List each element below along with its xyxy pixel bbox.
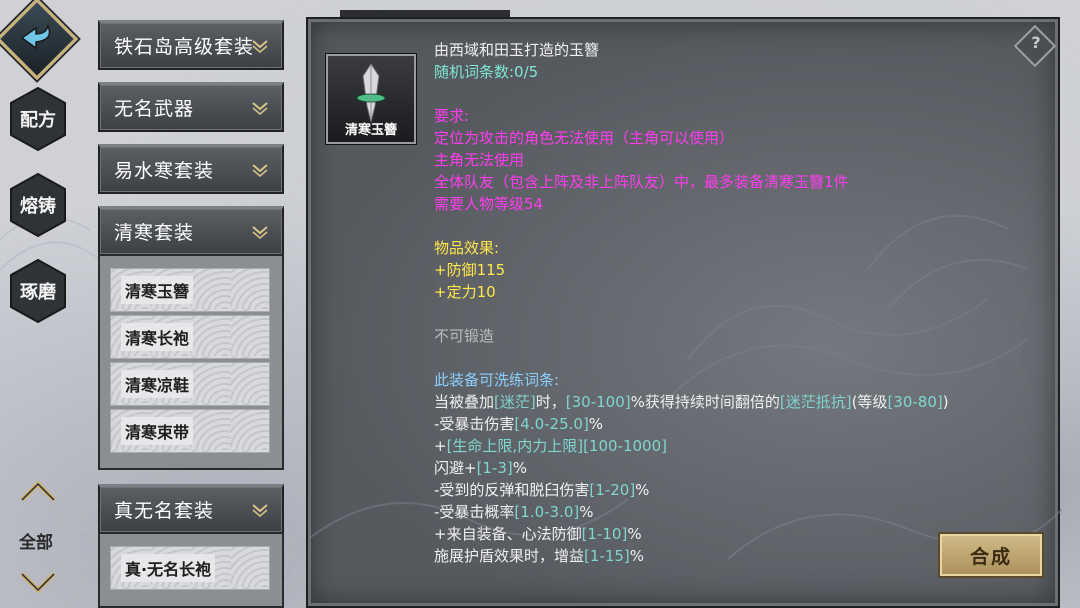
collapse-chevron-icon: [252, 226, 268, 239]
refine-text: -受到的反弹和脱臼伤害: [434, 481, 590, 499]
category-item-expanded[interactable]: 真无名套装: [98, 484, 284, 534]
effect-line: +定力10: [434, 283, 496, 301]
refine-text: 当被叠加: [434, 393, 495, 411]
refine-range: [30-80]: [887, 393, 943, 411]
refine-text: %: [635, 481, 650, 499]
back-arrow-icon: [20, 23, 51, 50]
refine-line: 闪避+[1-3]%: [434, 457, 1044, 479]
category-item-expanded[interactable]: 清寒套装: [98, 206, 284, 256]
refine-range: [1.0-3.0]: [514, 503, 580, 521]
refine-range: [30-100]: [565, 393, 631, 411]
collapse-chevron-icon: [252, 504, 268, 517]
category-item[interactable]: 易水寒套装: [98, 144, 284, 194]
refine-text: 时，: [535, 393, 566, 411]
tab-polish[interactable]: 琢磨: [8, 258, 68, 324]
item-icon-frame: 清寒玉簪: [326, 54, 416, 144]
refine-range: [1-15]: [584, 547, 630, 565]
jade-hairpin-icon: [356, 63, 386, 123]
refine-text: %: [512, 459, 528, 477]
recipe-item-label: 清寒长袍: [121, 323, 194, 351]
tab-casting-label: 熔铸: [20, 196, 56, 217]
refine-text: ): [942, 393, 949, 411]
craft-button[interactable]: 合成: [938, 532, 1044, 578]
refine-range: [迷茫]: [494, 393, 536, 411]
item-description-block: 由西域和田玉打造的玉簪 随机词条数:0/5 要求: 定位为攻击的角色无法使用（主…: [434, 39, 1044, 567]
recipe-category-list[interactable]: 铁石岛高级套装 无名武器 易水寒套装 清寒套装 清寒玉簪 清寒长袍 清寒凉鞋 清…: [98, 0, 284, 608]
tab-casting[interactable]: 熔铸: [8, 172, 68, 238]
requirement-title: 要求:: [434, 107, 470, 125]
refine-text: +来自装备、心法防御: [434, 525, 582, 543]
effect-line: +防御115: [434, 261, 506, 279]
refine-text: 闪避+: [434, 459, 477, 477]
category-sub-panel: 真·无名长袍: [98, 532, 284, 608]
recipe-item-label: 清寒玉簪: [121, 276, 194, 304]
refine-range: [生命上限,内力上限]: [446, 437, 584, 455]
refine-text: %: [588, 415, 604, 433]
expand-chevron-icon: [252, 164, 268, 177]
recipe-list-item[interactable]: 清寒束带: [110, 409, 270, 453]
recipe-list-item[interactable]: 清寒凉鞋: [110, 362, 270, 406]
recipe-list-item[interactable]: 清寒长袍: [110, 315, 270, 359]
refine-line: -受到的反弹和脱臼伤害[1-20]%: [434, 479, 1044, 501]
refine-range: [1-3]: [476, 459, 513, 477]
refine-text: 施展护盾效果时，增益: [434, 547, 585, 565]
refine-range: [100-1000]: [583, 437, 667, 455]
category-item[interactable]: 无名武器: [98, 82, 284, 132]
tab-polish-label: 琢磨: [20, 282, 56, 303]
refine-line: +[生命上限,内力上限][100-1000]: [434, 435, 1044, 457]
category-label: 无名武器: [114, 98, 195, 120]
category-sub-panel: 清寒玉簪 清寒长袍 清寒凉鞋 清寒束带: [98, 254, 284, 470]
refine-line: -受暴击概率[1.0-3.0]%: [434, 501, 1044, 523]
refine-range: [1-10]: [581, 525, 628, 543]
chevron-down-icon[interactable]: [16, 566, 60, 596]
category-label: 易水寒套装: [114, 160, 215, 182]
category-label: 清寒套装: [114, 222, 195, 244]
refine-text: %: [579, 503, 594, 521]
tab-recipe[interactable]: 配方: [8, 86, 68, 152]
refine-text: (等级: [851, 393, 888, 411]
chevron-up-icon[interactable]: [16, 478, 60, 508]
requirement-line: 全体队友（包含上阵及非上阵队友）中，最多装备清寒玉簪1件: [434, 173, 849, 191]
refine-line: -受暴击伤害[4.0-25.0]%: [434, 413, 1044, 435]
forge-status: 不可锻造: [434, 327, 495, 345]
expand-chevron-icon: [252, 102, 268, 115]
requirement-line: 主角无法使用: [434, 151, 525, 169]
item-detail-panel: 清寒玉簪 ? 由西域和田玉打造的玉簪 随机词条数:0/5 要求: 定位为攻击的角…: [306, 17, 1062, 608]
recipe-item-label: 真·无名长袍: [121, 554, 216, 582]
category-item[interactable]: 铁石岛高级套装: [98, 20, 284, 70]
refine-text: %获得持续时间翻倍的: [630, 393, 780, 411]
category-label: 真无名套装: [114, 500, 215, 522]
item-icon-name: 清寒玉簪: [344, 123, 397, 138]
refine-text: %: [627, 525, 642, 543]
recipe-list-item[interactable]: 真·无名长袍: [110, 546, 270, 590]
requirement-line: 定位为攻击的角色无法使用（主角可以使用）: [434, 129, 735, 147]
refine-range: [迷茫抵抗]: [779, 393, 852, 411]
recipe-item-label: 清寒束带: [121, 417, 194, 445]
refine-line: 当被叠加[迷茫]时，[30-100]%获得持续时间翻倍的[迷茫抵抗](等级[30…: [434, 391, 1044, 413]
filter-all-label[interactable]: 全部: [19, 528, 53, 553]
category-label: 铁石岛高级套装: [114, 36, 255, 58]
refine-text: +: [434, 437, 447, 455]
recipe-list-item[interactable]: 清寒玉簪: [110, 268, 270, 312]
refine-range: [1-20]: [589, 481, 636, 499]
refine-title: 此装备可洗练词条:: [434, 371, 560, 389]
recipe-item-label: 清寒凉鞋: [121, 370, 194, 398]
refine-text: -受暴击概率: [434, 503, 515, 521]
refine-text: %: [629, 547, 645, 565]
refine-range: [4.0-25.0]: [514, 415, 589, 433]
expand-chevron-icon: [252, 40, 268, 53]
effect-title: 物品效果:: [434, 239, 500, 257]
tab-recipe-label: 配方: [20, 110, 56, 131]
item-description: 由西域和田玉打造的玉簪: [434, 41, 600, 59]
random-affix-count: 随机词条数:0/5: [434, 63, 539, 81]
craft-button-label: 合成: [969, 545, 1012, 568]
refine-text: -受暴击伤害: [434, 415, 515, 433]
requirement-line: 需要人物等级54: [434, 195, 544, 213]
